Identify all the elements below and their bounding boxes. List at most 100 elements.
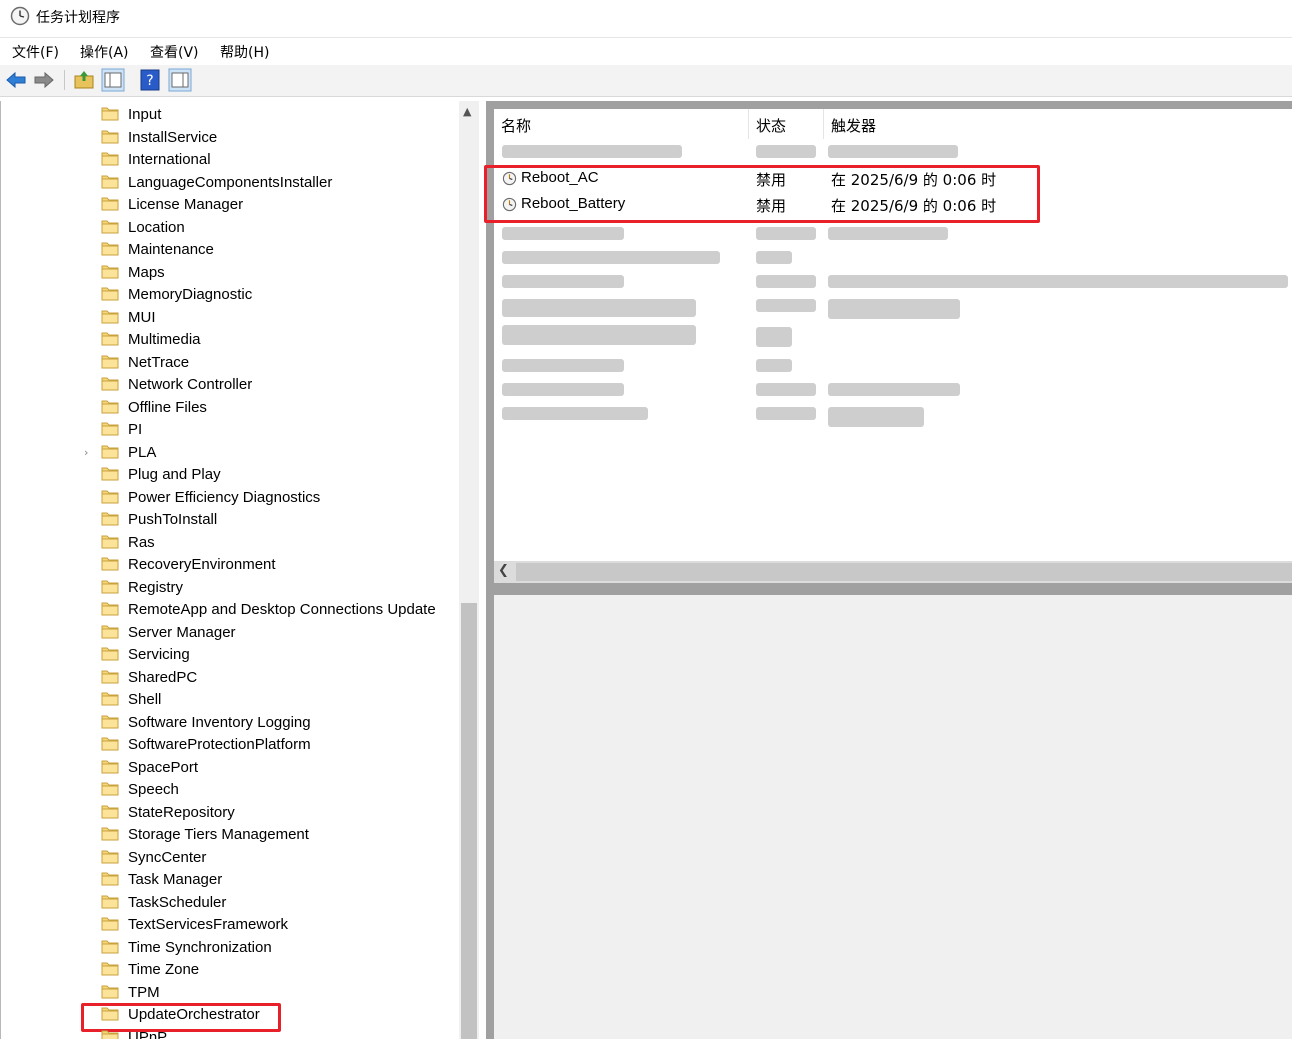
folder-icon	[101, 580, 119, 593]
redacted-cell	[502, 359, 624, 372]
scroll-left-icon[interactable]: ❮	[498, 563, 509, 578]
help-icon[interactable]: ?	[138, 68, 162, 92]
folder-icon	[101, 962, 119, 976]
folder-icon	[101, 422, 119, 436]
tree-folder-label: Time Synchronization	[128, 938, 272, 956]
folder-icon	[101, 872, 119, 886]
folder-icon	[101, 1030, 119, 1039]
tree-folder-label: StateRepository	[128, 803, 235, 821]
folder-icon	[101, 805, 119, 818]
folder-icon	[101, 265, 119, 278]
window-title: 任务计划程序	[36, 10, 120, 26]
tree-folder-label: Ras	[128, 533, 155, 551]
folder-icon	[101, 985, 119, 998]
redacted-cell	[756, 327, 792, 347]
column-status[interactable]: 状态	[749, 109, 824, 139]
tree-folder-label: SoftwareProtectionPlatform	[128, 736, 311, 753]
tree-folder-label: NetTrace	[128, 353, 190, 371]
tasks-highlight	[484, 165, 1040, 223]
redacted-cell	[502, 275, 624, 288]
tree-folder-label: Input	[128, 106, 162, 123]
action-pane-icon[interactable]	[168, 68, 192, 92]
svg-text:?: ?	[146, 73, 153, 89]
forward-arrow-icon[interactable]	[32, 68, 56, 92]
menu-action[interactable]: 操作(A)	[80, 42, 129, 62]
folder-icon	[101, 895, 119, 908]
tree-folder-label: Time Zone	[128, 961, 200, 978]
menu-view[interactable]: 查看(V)	[150, 42, 199, 62]
redacted-cell	[756, 359, 792, 372]
folder-icon	[101, 107, 119, 121]
tree-folder-label: MUI	[128, 308, 156, 326]
tree-folder-label: Power Efficiency Diagnostics	[128, 488, 321, 506]
folder-icon	[101, 850, 119, 863]
redacted-cell	[502, 251, 720, 264]
task-list-hscrollbar[interactable]: ❮	[494, 561, 1292, 583]
tree-folder-label: SyncCenter	[128, 848, 207, 866]
scroll-thumb[interactable]	[461, 603, 477, 1039]
tree-folder-label: TPM	[128, 983, 160, 1001]
column-name-label: 名称	[501, 117, 532, 135]
tree-folder-label: Server Manager	[128, 623, 236, 641]
scroll-up-icon[interactable]: ▲	[463, 105, 471, 118]
menu-help[interactable]: 帮助(H)	[220, 42, 269, 62]
menu-bar: 文件(F) 操作(A) 查看(V) 帮助(H)	[0, 37, 1292, 66]
redacted-cell	[828, 407, 924, 427]
folder-icon	[101, 152, 119, 166]
column-name[interactable]: 名称	[494, 109, 749, 139]
back-arrow-icon[interactable]	[4, 68, 28, 92]
column-trigger[interactable]: 触发器	[824, 109, 1292, 139]
redacted-cell	[828, 299, 960, 319]
redacted-cell	[828, 275, 1288, 288]
folder-icon	[101, 512, 119, 526]
tree-folder-label: TaskScheduler	[128, 893, 227, 911]
redacted-cell	[756, 299, 816, 312]
column-trigger-label: 触发器	[831, 117, 877, 135]
hscroll-thumb[interactable]	[516, 563, 1292, 581]
tree-folder-label: Storage Tiers Management	[128, 826, 309, 843]
tree-folder-label: Plug and Play	[128, 466, 221, 483]
folder-icon	[101, 332, 119, 346]
tree-folder-label: SharedPC	[128, 668, 198, 686]
folder-icon	[101, 917, 119, 931]
folder-icon	[101, 467, 119, 481]
tree-folder-label: MemoryDiagnostic	[128, 286, 253, 303]
folder-icon	[101, 220, 119, 233]
folder-icon	[101, 760, 119, 773]
redacted-cell	[502, 145, 682, 158]
redacted-cell	[828, 227, 948, 240]
tree-scrollbar[interactable]: ▲	[459, 101, 479, 1039]
tree-folder-label: RecoveryEnvironment	[128, 556, 276, 573]
tree-folder-label: PI	[128, 421, 143, 438]
console-tree-icon[interactable]	[101, 68, 125, 92]
redacted-cell	[502, 325, 696, 345]
tree-folder-label: Task Manager	[128, 871, 223, 888]
folder-icon	[101, 175, 119, 188]
clock-icon	[10, 6, 30, 26]
folder-icon	[101, 737, 119, 751]
tree-folder-label: SpacePort	[128, 758, 199, 776]
folder-icon	[101, 355, 119, 368]
folder-icon	[101, 782, 119, 796]
tree-folder-label: LanguageComponentsInstaller	[128, 173, 333, 191]
folder-icon	[101, 445, 119, 458]
folder-up-icon[interactable]	[72, 68, 96, 92]
tree-folder-label: Maintenance	[128, 241, 214, 258]
folder-icon	[101, 197, 119, 211]
toolbar-separator	[64, 70, 65, 90]
expand-chevron-icon[interactable]: ›	[84, 446, 88, 459]
redacted-cell	[756, 145, 816, 158]
folder-icon	[101, 242, 119, 256]
redacted-cell	[502, 227, 624, 240]
tree-folder-label: TextServicesFramework	[128, 916, 289, 933]
tree-folder-label: License Manager	[128, 196, 244, 213]
redacted-cell	[756, 383, 816, 396]
folder-icon	[101, 715, 119, 728]
redacted-cell	[756, 275, 816, 288]
tree-folder-label: PushToInstall	[128, 511, 218, 528]
redacted-cell	[502, 407, 648, 420]
folder-icon	[101, 670, 119, 683]
tree-folder-label: Location	[128, 218, 185, 236]
tree-folder-label: Network Controller	[128, 376, 253, 393]
menu-file[interactable]: 文件(F)	[12, 42, 59, 62]
